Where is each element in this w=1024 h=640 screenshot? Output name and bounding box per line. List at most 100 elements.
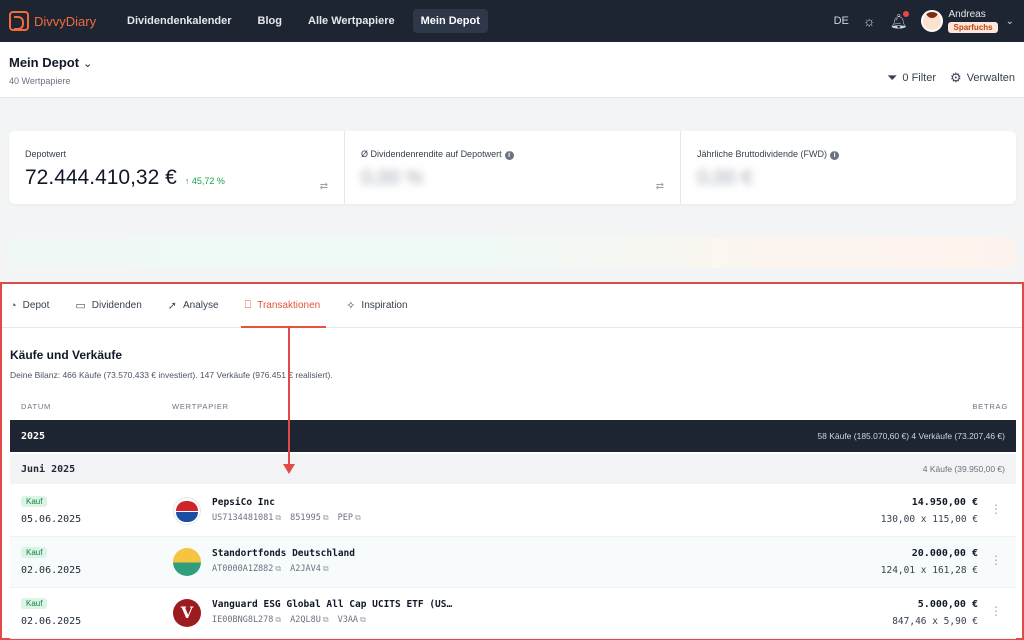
nav-link-mein-depot[interactable]: Mein Depot	[412, 9, 488, 33]
tab-label: Dividenden	[91, 300, 142, 311]
filter-icon: ⏷	[887, 70, 898, 85]
tab-analyse[interactable]: ➚ Analyse	[168, 284, 219, 328]
nav-link-blog[interactable]: Blog	[250, 9, 290, 33]
stat-label: Depotwert	[25, 149, 67, 159]
table-row[interactable]: Kauf 02.06.2025 V Vanguard ESG Global Al…	[10, 588, 1016, 639]
stat-label: Ø Dividendenrendite auf Depotwert i	[361, 149, 514, 160]
book-icon: ⎕	[244, 299, 252, 311]
manage-button[interactable]: ⚙ Verwalten	[950, 70, 1015, 86]
transaction-detail: 124,01 x 161,28 €	[880, 565, 978, 576]
vanguard-logo-icon: V	[173, 599, 201, 627]
stat-label-text: Jährliche Bruttodividende (FWD)	[697, 149, 828, 159]
copy-icon[interactable]: ⧉	[355, 513, 361, 523]
sun-icon[interactable]: ☼	[863, 13, 876, 29]
security-name[interactable]: Standortfonds Deutschland	[212, 548, 355, 559]
month-summary: 4 Käufe (39.950,00 €)	[922, 464, 1005, 474]
copy-icon[interactable]: ⧉	[275, 513, 281, 523]
transaction-detail: 847,46 x 5,90 €	[892, 616, 978, 627]
stats-panel: Depotwert 72.444.410,32 € ↑ 45,72 % ⇄ Ø D…	[9, 131, 1016, 204]
filter-button[interactable]: ⏷ 0 Filter	[887, 70, 936, 86]
tab-depot[interactable]: ◔ Depot	[10, 284, 49, 328]
tab-label: Inspiration	[361, 300, 408, 311]
month-label: Juni 2025	[21, 463, 76, 475]
transaction-date: 02.06.2025	[21, 616, 82, 627]
info-icon[interactable]: i	[504, 151, 514, 160]
section-summary: Deine Bilanz: 466 Käufe (73.570.433 € in…	[10, 370, 333, 380]
nav-link-alle-wertpapiere[interactable]: Alle Wertpapiere	[300, 9, 403, 33]
chevron-down-icon[interactable]: ⌄	[1006, 16, 1014, 27]
transaction-amount: 14.950,00 €	[911, 497, 978, 508]
tab-transaktionen[interactable]: ⎕ Transaktionen	[240, 284, 326, 328]
securities-count: 40 Wertpapiere	[9, 76, 71, 86]
depot-tabs: ◔ Depot ▭ Dividenden ➚ Analyse ⎕ Transaktion…	[2, 284, 1022, 328]
top-navigation: DivvyDiary Dividendenkalender Blog Alle …	[0, 0, 1024, 42]
divvydiary-logo-icon	[9, 11, 29, 31]
security-name[interactable]: Vanguard ESG Global All Cap UCITS ETF (U…	[212, 599, 452, 610]
transaction-date: 05.06.2025	[21, 514, 82, 525]
transaction-type-badge: Kauf	[21, 496, 48, 507]
section-title: Käufe und Verkäufe	[10, 348, 123, 362]
sparkles-icon: ✧	[346, 300, 356, 312]
standortfonds-logo-icon	[173, 548, 201, 576]
swap-icon[interactable]: ⇄	[320, 181, 328, 192]
security-identifiers: US7134481081 ⧉ 851995 ⧉ PEP ⧉	[212, 513, 370, 523]
user-name: Andreas	[948, 9, 986, 20]
stat-value-blurred: 0,00 €	[697, 167, 753, 189]
tab-inspiration[interactable]: ✧ Inspiration	[346, 284, 407, 328]
logo[interactable]: DivvyDiary	[9, 11, 109, 31]
ticker: V3AA	[337, 615, 359, 625]
banknote-icon: ▭	[75, 300, 86, 312]
transaction-date: 02.06.2025	[21, 565, 82, 576]
copy-icon[interactable]: ⧉	[323, 615, 329, 625]
main-section: ◔ Depot ▭ Dividenden ➚ Analyse ⎕ Transaktion…	[0, 282, 1024, 640]
security-identifiers: IE00BNG8L278 ⧉ A2QL8U ⧉ V3AA ⧉	[212, 615, 375, 625]
stat-label-text: Ø Dividendenrendite auf Depotwert	[361, 149, 502, 159]
security-identifiers: AT0000A1Z882 ⧉ A2JAV4 ⧉	[212, 564, 338, 574]
promo-banner	[9, 237, 1016, 268]
gear-icon: ⚙	[950, 70, 962, 85]
copy-icon[interactable]: ⧉	[275, 615, 281, 625]
pie-chart-icon: ◔	[10, 299, 17, 312]
copy-icon[interactable]: ⧉	[323, 513, 329, 523]
column-header-date: DATUM	[21, 402, 52, 411]
isin: AT0000A1Z882	[212, 564, 274, 574]
table-row[interactable]: Kauf 02.06.2025 Standortfonds Deutschlan…	[10, 537, 1016, 588]
user-badge: Sparfuchs	[948, 22, 998, 33]
tab-label: Transaktionen	[257, 300, 321, 311]
wkn: A2QL8U	[290, 615, 321, 625]
manage-label: Verwalten	[966, 72, 1015, 84]
notification-dot	[903, 10, 910, 17]
transaction-type-badge: Kauf	[21, 598, 48, 609]
stat-value-blurred: 0,00 %	[361, 167, 424, 189]
year-group-row[interactable]: 2025 58 Käufe (185.070,60 €) 4 Verkäufe …	[10, 420, 1016, 452]
security-name[interactable]: PepsiCo Inc	[212, 497, 275, 508]
stat-value: 72.444.410,32 € ↑ 45,72 %	[25, 166, 225, 190]
bell-icon[interactable]: 🔔︎	[890, 10, 910, 30]
wkn: 851995	[290, 513, 321, 523]
month-group-row[interactable]: Juni 2025 4 Käufe (39.950,00 €)	[10, 454, 1016, 484]
more-vertical-icon[interactable]: ⋮	[990, 604, 1002, 618]
stat-card-dividendenrendite: Ø Dividendenrendite auf Depotwert i 0,00 …	[345, 131, 681, 204]
table-row[interactable]: Kauf 05.06.2025 PepsiCo Inc US7134481081…	[10, 486, 1016, 537]
avatar[interactable]	[921, 10, 944, 32]
info-icon[interactable]: i	[830, 151, 840, 160]
page-title: Mein Depot	[9, 55, 80, 70]
nav-link-dividendenkalender[interactable]: Dividendenkalender	[119, 9, 240, 33]
tab-dividenden[interactable]: ▭ Dividenden	[75, 284, 141, 328]
depot-value: 72.444.410,32 €	[25, 166, 177, 189]
copy-icon[interactable]: ⧉	[360, 615, 366, 625]
depot-selector[interactable]: Mein Depot ⌄	[9, 55, 92, 70]
chevron-down-icon: ⌄	[83, 58, 93, 70]
language-switch[interactable]: DE	[834, 15, 849, 27]
copy-icon[interactable]: ⧉	[323, 564, 329, 574]
stat-change: ↑ 45,72 %	[184, 176, 225, 186]
more-vertical-icon[interactable]: ⋮	[990, 553, 1002, 567]
swap-icon[interactable]: ⇄	[656, 181, 664, 192]
tab-label: Analyse	[183, 300, 219, 311]
transaction-detail: 130,00 x 115,00 €	[880, 514, 978, 525]
copy-icon[interactable]: ⧉	[275, 564, 281, 574]
rocket-icon: ➚	[167, 300, 178, 312]
year-summary: 58 Käufe (185.070,60 €) 4 Verkäufe (73.2…	[817, 431, 1005, 441]
user-menu[interactable]: Andreas Sparfuchs	[948, 9, 998, 33]
more-vertical-icon[interactable]: ⋮	[990, 502, 1002, 516]
